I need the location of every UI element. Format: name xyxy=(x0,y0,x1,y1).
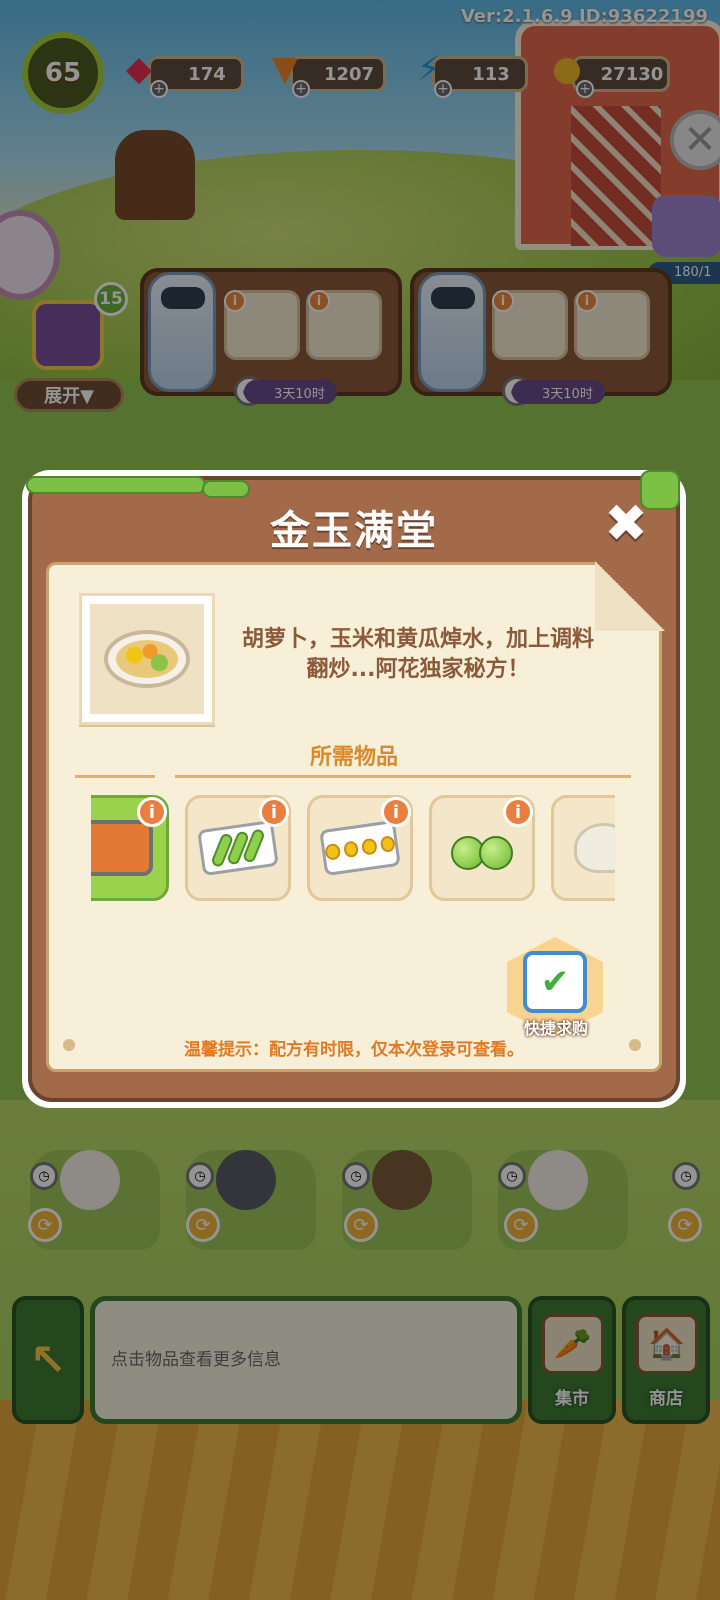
garlic-icon xyxy=(574,823,615,873)
recipe-paper: 胡萝卜，玉米和黄瓜焯水，加上调料翻炒...阿花独家秘方！ 所需物品 i i i xyxy=(46,561,665,1072)
dish-plate-icon xyxy=(104,630,190,688)
dish-image xyxy=(90,604,204,714)
page-curl xyxy=(595,561,665,631)
checkmark-icon: ✔ xyxy=(523,951,587,1013)
info-icon[interactable]: i xyxy=(381,797,411,827)
required-items-list[interactable]: i i i i xyxy=(91,795,615,907)
time-limit-tip: 温馨提示：配方有时限，仅本次登录可查看。 xyxy=(184,1040,524,1060)
corn-tray-icon xyxy=(319,819,401,877)
leaf-decoration xyxy=(202,480,250,498)
recipe-title: 金玉满堂 xyxy=(270,508,438,554)
recipe-dialog: 金玉满堂 ✖ 胡萝卜，玉米和黄瓜焯水，加上调料翻炒...阿花独家秘方！ 所需物品… xyxy=(22,470,686,1108)
rivet xyxy=(63,1039,75,1051)
dish-image-frame xyxy=(79,593,215,725)
divider-gap xyxy=(155,774,175,779)
recipe-description: 胡萝卜，玉米和黄瓜焯水，加上调料翻炒...阿花独家秘方！ xyxy=(241,627,594,682)
info-icon[interactable]: i xyxy=(259,797,289,827)
quick-buy-button[interactable]: ✔ 快捷求购 xyxy=(501,937,611,1047)
rivet xyxy=(629,1039,641,1051)
required-item-garlic[interactable] xyxy=(551,795,615,901)
info-icon[interactable]: i xyxy=(503,797,533,827)
close-icon[interactable]: ✖ xyxy=(600,498,652,552)
grill-icon xyxy=(91,820,153,876)
cucumber-tray-icon xyxy=(197,819,279,877)
lime-icon xyxy=(451,822,513,874)
required-items-title: 所需物品 xyxy=(309,745,398,770)
leaf-decoration xyxy=(26,476,206,494)
info-icon[interactable]: i xyxy=(137,797,167,827)
